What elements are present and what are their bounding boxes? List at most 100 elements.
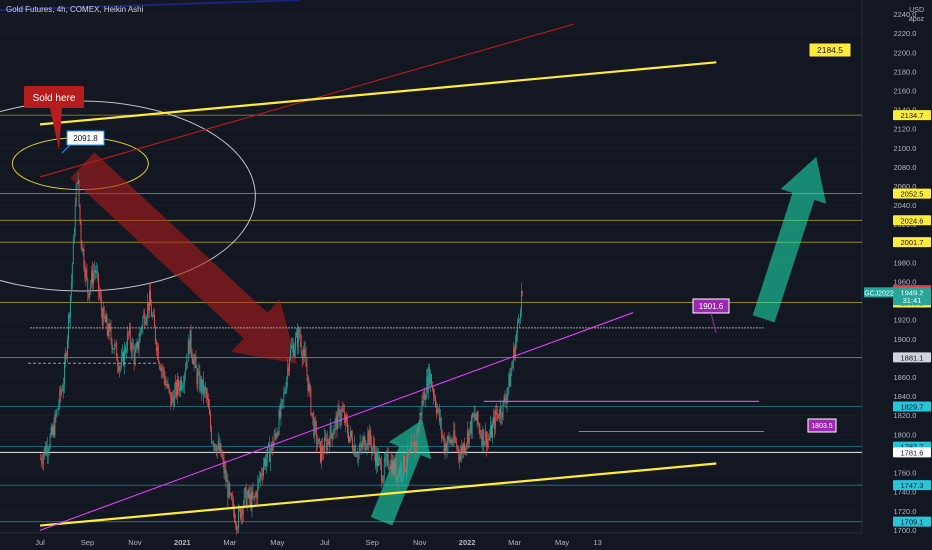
candle-body <box>354 445 356 456</box>
candle-body <box>103 307 105 317</box>
candle-body <box>359 443 361 451</box>
candle-body <box>381 481 383 483</box>
candle-body <box>119 366 120 371</box>
candle-body <box>241 509 243 515</box>
candle-body <box>147 302 149 318</box>
candle-body <box>51 427 53 435</box>
candle-body <box>91 270 92 284</box>
candle-body <box>394 461 396 474</box>
candle-body <box>484 441 486 446</box>
candle-body <box>455 440 457 443</box>
candle-body <box>364 437 366 450</box>
chart-background <box>0 0 932 550</box>
candle-body <box>140 329 142 332</box>
candle-body <box>108 324 110 336</box>
candle-body <box>490 425 491 438</box>
candle-body <box>118 365 120 371</box>
candle-body <box>452 442 454 443</box>
candle-body <box>459 454 460 461</box>
candle-body <box>463 443 465 452</box>
time-tick-label: May <box>555 538 569 547</box>
candle-body <box>213 444 215 446</box>
candle-body <box>222 457 224 459</box>
candle-body <box>437 408 439 410</box>
candle-body <box>450 440 452 444</box>
candle-body <box>460 454 461 461</box>
candle-body <box>143 313 145 318</box>
price-tick-label: 1860.0 <box>894 373 917 382</box>
candle-body <box>308 384 310 392</box>
candle-body <box>286 378 288 391</box>
level-tag-label: 1881.1 <box>901 353 924 362</box>
candle-body <box>369 430 371 445</box>
candle-body <box>41 462 43 464</box>
candle-body <box>365 448 367 450</box>
candle-body <box>380 463 382 482</box>
candle-body <box>273 434 275 444</box>
candle-body <box>111 339 113 349</box>
candle-body <box>428 367 430 391</box>
candle-body <box>98 291 100 296</box>
candle-body <box>138 342 140 350</box>
candle-body <box>125 350 127 353</box>
candle-body <box>520 291 522 312</box>
candle-body <box>71 263 73 282</box>
price-chart[interactable]: Sold here 2091.8 2184.5 1901.6 1803.5 1700.0… <box>0 0 932 550</box>
price-note-2091-label: 2091.8 <box>73 134 98 143</box>
candle-body <box>502 400 504 418</box>
candle-body <box>342 408 344 411</box>
candle-body <box>403 455 404 476</box>
candle-body <box>307 375 309 392</box>
candle-body <box>331 433 333 439</box>
candle-body <box>265 458 266 467</box>
candle-body <box>350 431 351 437</box>
candle-body <box>336 416 338 430</box>
candle-body <box>256 492 258 499</box>
price-tick-label: 1700.0 <box>894 526 917 535</box>
candle-body <box>516 333 517 343</box>
candle-body <box>274 434 276 435</box>
time-tick-label: Sep <box>366 538 379 547</box>
candle-body <box>271 442 273 451</box>
candle-body <box>99 295 101 298</box>
candle-body <box>446 444 448 451</box>
candle-body <box>426 376 428 398</box>
candle-body <box>438 408 440 422</box>
candle-body <box>120 366 121 368</box>
candle-body <box>469 421 471 429</box>
time-tick-label: Nov <box>128 538 142 547</box>
candle-body <box>115 343 117 345</box>
candle-body <box>116 343 118 361</box>
candle-body <box>480 434 482 437</box>
candle-body <box>62 390 64 392</box>
candle-body <box>227 480 229 498</box>
candle-body <box>317 443 318 445</box>
candle-body <box>520 311 521 319</box>
candle-body <box>231 494 233 500</box>
candle-body <box>498 417 500 419</box>
candle-body <box>152 314 154 316</box>
candle-body <box>312 412 314 417</box>
candle-body <box>85 269 87 278</box>
candle-body <box>170 392 172 406</box>
candle-body <box>53 425 55 436</box>
candle-body <box>431 374 432 387</box>
scale-mode-label: apoz <box>908 16 924 23</box>
candle-body <box>439 418 441 422</box>
candle-body <box>236 523 237 529</box>
candle-body <box>191 351 193 359</box>
candle-body <box>64 362 65 386</box>
candle-body <box>210 428 212 443</box>
candle-body <box>424 391 426 401</box>
candle-body <box>44 447 46 455</box>
candle-body <box>512 362 514 368</box>
candle-body <box>63 385 64 391</box>
axis-unit-box[interactable]: USD apoz <box>909 6 924 24</box>
candle-body <box>277 433 279 435</box>
candle-body <box>156 346 158 352</box>
candle-body <box>407 450 409 455</box>
candle-body <box>503 397 505 401</box>
candle-body <box>309 384 311 388</box>
candle-body <box>124 347 126 353</box>
candle-body <box>173 397 175 406</box>
